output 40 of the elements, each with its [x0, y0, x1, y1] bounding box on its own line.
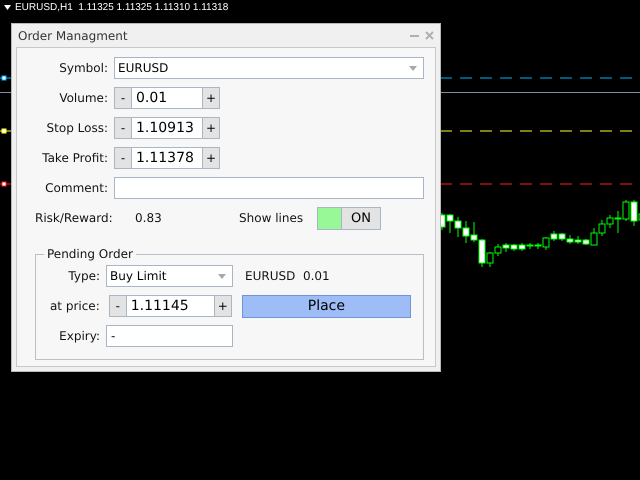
dropdown-arrow-icon	[218, 274, 226, 278]
symbol-dropdown[interactable]: EURUSD	[114, 57, 424, 79]
minimize-icon[interactable]	[410, 34, 419, 37]
field-label: Type:	[67, 269, 100, 283]
increase-button[interactable]: +	[202, 87, 220, 109]
expiry-field[interactable]: -	[106, 325, 233, 347]
decrease-button[interactable]: -	[108, 295, 127, 317]
decrease-button[interactable]: -	[114, 147, 132, 169]
field-label: at price:	[48, 299, 100, 313]
group-title: Pending Order	[46, 247, 134, 261]
line-handle[interactable]	[2, 76, 6, 80]
field-label: Expiry:	[58, 329, 100, 343]
field-label: Show lines	[239, 211, 304, 225]
window-title: Order Managment	[18, 28, 129, 42]
number-field[interactable]: 0.01	[132, 87, 202, 109]
field-label: Volume:	[58, 91, 108, 105]
dropdown-arrow-icon	[409, 66, 417, 70]
dropdown-arrow-icon[interactable]	[4, 5, 11, 10]
number-field[interactable]: 1.11378	[132, 147, 202, 169]
order-summary: EURUSD 0.01	[245, 269, 330, 283]
increase-button[interactable]: +	[202, 117, 220, 139]
number-field[interactable]: 1.11145	[126, 295, 214, 317]
increase-button[interactable]: +	[214, 295, 232, 317]
close-icon[interactable]	[425, 31, 434, 40]
increase-button[interactable]: +	[202, 147, 220, 169]
line-handle[interactable]	[2, 182, 6, 186]
show-lines-toggle[interactable]: ON	[317, 206, 381, 230]
decrease-button[interactable]: -	[114, 117, 132, 139]
order-type-dropdown[interactable]: Buy Limit	[106, 265, 233, 287]
field-label: Risk/Reward:	[35, 211, 114, 225]
place-button[interactable]: Place	[242, 294, 411, 318]
number-field[interactable]: 1.10913	[132, 117, 202, 139]
decrease-button[interactable]: -	[114, 87, 132, 109]
field-label: Comment:	[44, 181, 108, 195]
field-label: Stop Loss:	[46, 121, 108, 135]
field-label: Symbol:	[58, 61, 108, 75]
comment-field[interactable]	[114, 177, 424, 199]
chart-header: EURUSD,H1 1.11325 1.11325 1.11310 1.11318	[15, 2, 228, 13]
risk-reward-value: 0.83	[135, 211, 163, 225]
field-label: Take Profit:	[41, 151, 108, 165]
